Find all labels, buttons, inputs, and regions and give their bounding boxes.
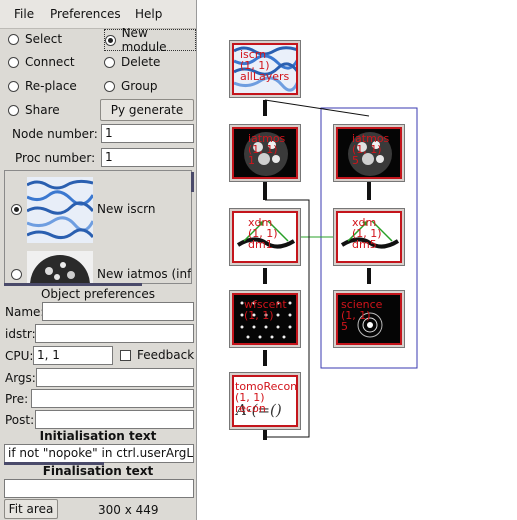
radio-label: Share <box>25 103 60 117</box>
radio-label: Delete <box>121 55 161 69</box>
radio-label: Re-place <box>25 79 77 93</box>
mode-select-radio[interactable]: Select <box>8 29 62 49</box>
cpu-field[interactable]: 1, 1 <box>33 346 113 365</box>
radio-indicator <box>8 33 19 45</box>
turbulence-blob-icon <box>27 251 93 283</box>
init-text-title: Initialisation text <box>39 429 157 443</box>
module-node-xdm-1[interactable]: xdm (1, 1) dm1 <box>229 208 301 266</box>
module-node-science[interactable]: science (1, 1) 5 <box>333 290 405 348</box>
wave-pattern-icon <box>27 177 93 243</box>
node-number-field[interactable]: 1 <box>101 124 194 143</box>
palette-item-iscrn[interactable]: New iscrn <box>5 171 191 249</box>
pre-label: Pre: <box>5 392 29 406</box>
pre-field[interactable] <box>31 389 194 408</box>
feedback-checkbox[interactable]: Feedback <box>120 348 194 362</box>
radio-indicator <box>11 204 22 215</box>
node-body: iscrn (1, 1) allLayers <box>232 43 298 95</box>
node-number-label: Node number: <box>12 127 98 141</box>
node-label: xdm (1, 1) dm5 <box>352 216 382 251</box>
node-body: xdm (1, 1) dm5 <box>336 211 402 263</box>
menu-help[interactable]: Help <box>135 7 162 21</box>
mode-connect-radio[interactable]: Connect <box>8 52 75 72</box>
node-label: science (1, 1) 5 <box>341 298 383 333</box>
mode-replace-radio[interactable]: Re-place <box>8 76 77 96</box>
name-label: Name: <box>5 305 45 319</box>
palette-item-iatmos[interactable]: New iatmos (infin <box>5 251 192 283</box>
proc-number-field[interactable]: 1 <box>101 148 194 167</box>
palette-vscrollbar[interactable] <box>191 172 194 192</box>
menu-bar: File Preferences Help <box>0 0 196 29</box>
final-text-title: Finalisation text <box>42 464 154 478</box>
proc-number-label: Proc number: <box>15 151 96 165</box>
module-node-iscrn[interactable]: iscrn (1, 1) allLayers <box>229 40 301 98</box>
cpu-label: CPU: <box>5 349 34 363</box>
post-label: Post: <box>5 413 35 427</box>
radio-indicator <box>105 34 116 46</box>
mode-new-module-radio[interactable]: New module <box>104 26 196 54</box>
idstr-field[interactable] <box>35 324 194 343</box>
palette-scrollbar[interactable] <box>4 283 142 286</box>
node-body: xdm (1, 1) dm1 <box>232 211 298 263</box>
node-label: wfscent (1, 1) <box>244 298 287 322</box>
menu-preferences[interactable]: Preferences <box>50 7 121 21</box>
module-node-xdm-2[interactable]: xdm (1, 1) dm5 <box>333 208 405 266</box>
radio-label: Connect <box>25 55 75 69</box>
args-field[interactable] <box>36 368 194 387</box>
node-label: xdm (1, 1) dm1 <box>248 216 278 251</box>
checkbox-label: Feedback <box>137 348 195 362</box>
radio-label: Group <box>121 79 158 93</box>
control-panel: File Preferences Help Select New module … <box>0 0 197 520</box>
module-node-iatmos-1[interactable]: iatmos (1, 1) 1 <box>229 124 301 182</box>
node-label: tomoRecon (1, 1) recon <box>235 380 298 415</box>
node-body: A·(=() tomoRecon (1, 1) recon <box>232 375 298 427</box>
node-label: iscrn (1, 1) allLayers <box>240 48 290 83</box>
idstr-label: idstr: <box>5 327 36 341</box>
mode-share-radio[interactable]: Share <box>8 100 60 120</box>
checkbox-box <box>120 350 131 361</box>
palette-item-label: New iscrn <box>97 202 156 216</box>
graph-canvas[interactable]: iscrn (1, 1) allLayers iatmos (1, 1) 1 i… <box>197 0 517 520</box>
py-generate-button[interactable]: Py generate <box>100 99 194 121</box>
object-preferences-title: Object preferences <box>40 287 156 301</box>
module-node-tomorecon[interactable]: A·(=() tomoRecon (1, 1) recon <box>229 372 301 430</box>
radio-indicator <box>8 56 19 68</box>
radio-indicator <box>11 269 22 280</box>
module-palette: New iscrn New iatmos (infin <box>4 170 192 284</box>
menu-file[interactable]: File <box>14 7 34 21</box>
final-text-field[interactable] <box>4 479 194 498</box>
name-field[interactable] <box>42 302 194 321</box>
module-node-wfscent[interactable]: wfscent (1, 1) <box>229 290 301 348</box>
node-body: iatmos (1, 1) 5 <box>336 127 402 179</box>
fit-area-button[interactable]: Fit area <box>4 499 58 519</box>
radio-indicator <box>8 104 19 116</box>
node-label: iatmos (1, 1) 1 <box>248 132 286 167</box>
palette-item-label: New iatmos (infin <box>97 267 192 281</box>
radio-indicator <box>8 80 19 92</box>
canvas-size-label: 300 x 449 <box>98 503 159 517</box>
radio-indicator <box>104 56 115 68</box>
radio-label: Select <box>25 32 63 46</box>
mode-group-radio[interactable]: Group <box>104 76 158 96</box>
node-body: iatmos (1, 1) 1 <box>232 127 298 179</box>
mode-delete-radio[interactable]: Delete <box>104 52 160 72</box>
args-label: Args: <box>5 371 36 385</box>
module-node-iatmos-2[interactable]: iatmos (1, 1) 5 <box>333 124 405 182</box>
post-field[interactable] <box>35 410 194 429</box>
init-text-field[interactable]: if not "nopoke" in ctrl.userArgLis <box>4 444 194 463</box>
node-body: wfscent (1, 1) <box>232 293 298 345</box>
radio-label: New module <box>121 26 167 54</box>
node-label: iatmos (1, 1) 5 <box>352 132 390 167</box>
radio-indicator <box>104 80 115 92</box>
node-body: science (1, 1) 5 <box>336 293 402 345</box>
